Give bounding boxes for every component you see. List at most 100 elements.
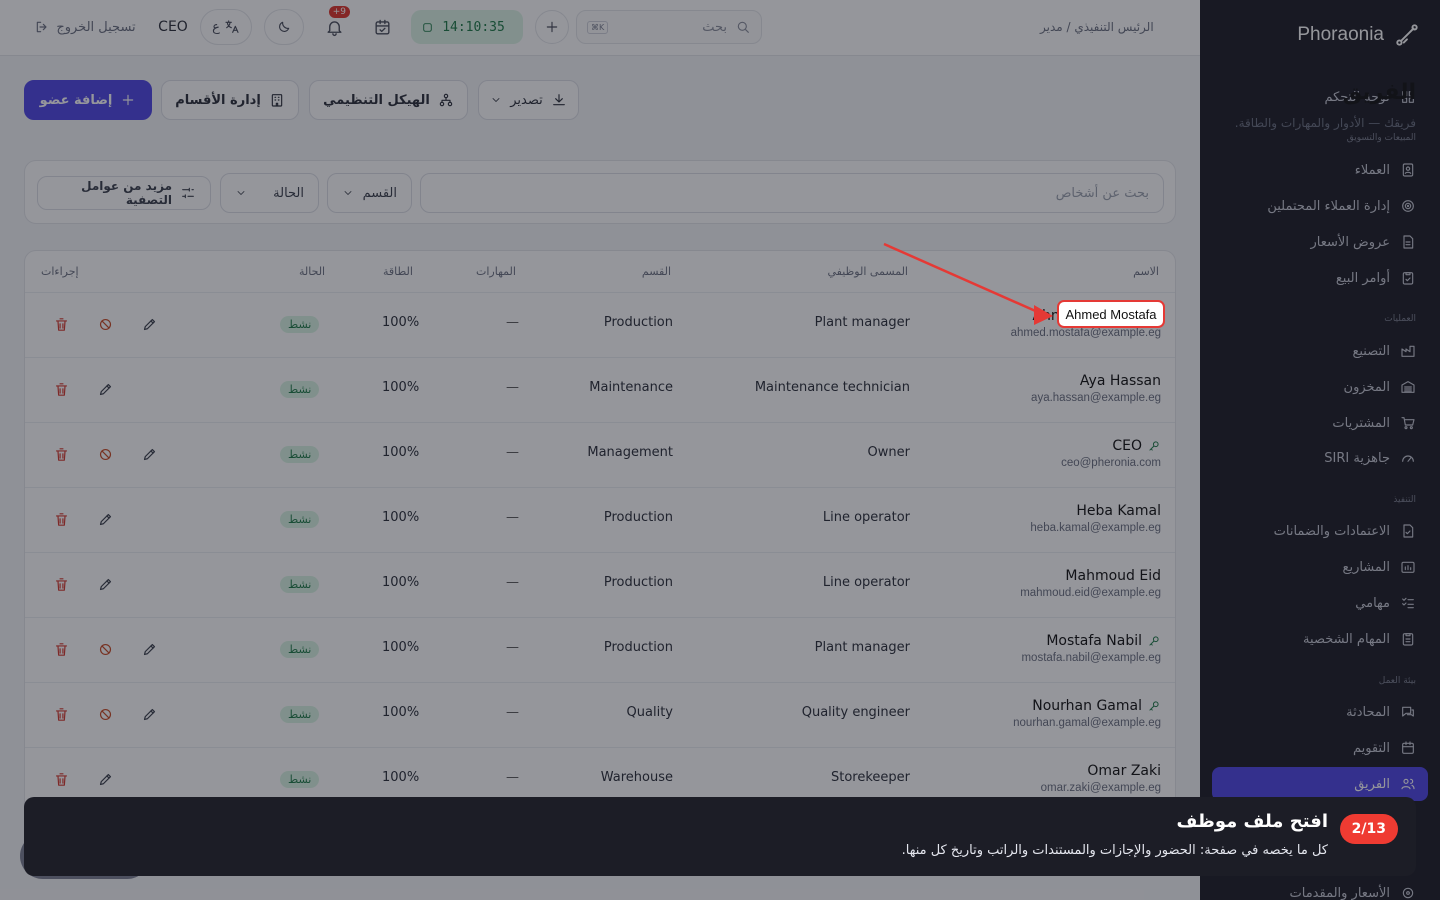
employee-name-text[interactable]: Aya Hassan: [1080, 373, 1161, 389]
table-row[interactable]: Aya Hassan aya.hassan@example.eg Maintenan…: [25, 357, 1175, 422]
sidebar-item-projects[interactable]: المشاريع: [1212, 550, 1428, 584]
table-row[interactable]: Ahmed Mostafaahmed.mostafa@example.eg Pla…: [25, 292, 1175, 357]
job-title: Maintenance technician: [754, 380, 910, 395]
brand[interactable]: Phoraonia: [1297, 22, 1420, 48]
employee-name-text[interactable]: Nourhan Gamal: [1032, 698, 1142, 714]
org-chart-icon: [438, 92, 454, 108]
employee-name[interactable]: Nourhan Gamal: [1032, 698, 1161, 714]
sidebar-item-team[interactable]: الفريق: [1212, 767, 1428, 801]
delete-icon[interactable]: [53, 316, 70, 333]
edit-icon[interactable]: [141, 446, 158, 463]
edit-icon[interactable]: [97, 511, 114, 528]
logout-icon: [34, 19, 50, 35]
search-placeholder: بحث: [702, 19, 727, 35]
employee-name[interactable]: Mostafa Nabil: [1046, 633, 1161, 649]
edit-icon[interactable]: [141, 316, 158, 333]
department: Management: [587, 445, 673, 460]
table-row[interactable]: Heba Kamal heba.kamal@example.eg Line oper…: [25, 487, 1175, 552]
sidebar-item-label: المحادثة: [1346, 704, 1390, 720]
sidebar-item-label: عروض الأسعار: [1310, 234, 1391, 250]
sidebar-item-pricing[interactable]: الأسعار والمقدمات: [1212, 876, 1428, 900]
add-member-button[interactable]: إضافة عضو: [24, 80, 152, 120]
employee-name-text[interactable]: Mostafa Nabil: [1046, 633, 1142, 649]
tour-title: افتح ملف موظف: [1176, 811, 1328, 832]
sidebar-item-personal-tasks[interactable]: المهام الشخصية: [1212, 622, 1428, 656]
employee-name[interactable]: Mahmoud Eid: [1065, 568, 1161, 584]
sidebar-item-approvals[interactable]: الاعتمادات والضمانات: [1212, 514, 1428, 548]
employee-name[interactable]: Heba Kamal: [1076, 503, 1161, 519]
edit-icon[interactable]: [141, 706, 158, 723]
sidebar-item-quotes[interactable]: عروض الأسعار: [1212, 225, 1428, 259]
sidebar-item-manufacturing[interactable]: التصنيع: [1212, 334, 1428, 368]
attendance-clock[interactable]: 14:10:35: [411, 10, 523, 44]
manage-departments-button[interactable]: إدارة الأقسام: [161, 80, 299, 120]
chat-icon: [1400, 704, 1416, 720]
edit-icon[interactable]: [141, 641, 158, 658]
department-filter[interactable]: القسم: [327, 173, 412, 213]
notifications-button[interactable]: +9: [316, 6, 352, 44]
table-row[interactable]: Nourhan Gamal nourhan.gamal@example.eg Qua…: [25, 682, 1175, 747]
employee-email: ceo@pheronia.com: [1061, 457, 1161, 469]
edit-icon[interactable]: [97, 381, 114, 398]
language-toggle[interactable]: ع: [200, 9, 252, 45]
table-row[interactable]: Mahmoud Eid mahmoud.eid@example.eg Line op…: [25, 552, 1175, 617]
edit-icon[interactable]: [97, 771, 114, 788]
clock-time: 14:10:35: [442, 19, 505, 35]
sidebar-item-tasks[interactable]: مهامي: [1212, 586, 1428, 620]
sidebar-item-leads[interactable]: إدارة العملاء المحتملين: [1212, 189, 1428, 223]
delete-icon[interactable]: [53, 576, 70, 593]
global-search[interactable]: بحث K⌘: [576, 10, 762, 44]
people-search-input[interactable]: بحث عن أشخاص: [420, 173, 1164, 213]
quick-add-button[interactable]: [535, 10, 569, 44]
column-header-status[interactable]: الحالة: [299, 265, 325, 278]
sidebar-item-sales-orders[interactable]: أوامر البيع: [1212, 261, 1428, 295]
employee-name-text[interactable]: Omar Zaki: [1087, 763, 1161, 779]
table-row[interactable]: Mostafa Nabil mostafa.nabil@example.eg Pla…: [25, 617, 1175, 682]
delete-icon[interactable]: [53, 641, 70, 658]
delete-icon[interactable]: [53, 511, 70, 528]
table-row[interactable]: CEO ceo@pheronia.com Owner Management — 100% ن…: [25, 422, 1175, 487]
file-check-icon: [1400, 523, 1416, 539]
employee-name[interactable]: Aya Hassan: [1080, 373, 1161, 389]
clipboard-check-icon: [1400, 270, 1416, 286]
employee-name[interactable]: Omar Zaki: [1087, 763, 1161, 779]
sidebar-item-calendar[interactable]: التقويم: [1212, 731, 1428, 765]
more-filters-button[interactable]: مزيد من عوامل التصفية: [37, 176, 211, 210]
column-header-department[interactable]: القسم: [642, 265, 671, 278]
delete-icon[interactable]: [53, 771, 70, 788]
deactivate-icon[interactable]: [97, 706, 114, 723]
department-filter-label: القسم: [362, 185, 397, 201]
edit-icon[interactable]: [97, 576, 114, 593]
column-header-energy[interactable]: الطاقة: [383, 265, 413, 278]
contact-card-icon: [1400, 162, 1416, 178]
delete-icon[interactable]: [53, 381, 70, 398]
building-icon: [269, 92, 285, 108]
org-chart-button[interactable]: الهيكل التنظيمي: [309, 80, 468, 120]
sidebar-item-siri[interactable]: جاهزية SIRI: [1212, 441, 1428, 475]
employee-name-text[interactable]: CEO: [1112, 438, 1142, 454]
factory-icon: [1400, 343, 1416, 359]
employee-name[interactable]: CEO: [1112, 438, 1161, 454]
user-name[interactable]: CEO: [150, 10, 196, 44]
delete-icon[interactable]: [53, 446, 70, 463]
column-header-title[interactable]: المسمى الوظيفي: [827, 265, 908, 278]
calendar-button[interactable]: [364, 10, 400, 44]
download-icon: [551, 92, 567, 108]
theme-toggle[interactable]: [264, 9, 304, 45]
deactivate-icon[interactable]: [97, 641, 114, 658]
sidebar-item-clients[interactable]: العملاء: [1212, 153, 1428, 187]
sidebar-item-purchasing[interactable]: المشتريات: [1212, 406, 1428, 440]
deactivate-icon[interactable]: [97, 446, 114, 463]
deactivate-icon[interactable]: [97, 316, 114, 333]
sidebar-item-label: التصنيع: [1352, 343, 1390, 359]
sidebar-item-inventory[interactable]: المخزون: [1212, 370, 1428, 404]
logout-button[interactable]: تسجيل الخروج: [30, 10, 140, 44]
export-button[interactable]: تصدير: [478, 80, 579, 120]
delete-icon[interactable]: [53, 706, 70, 723]
employee-name-text[interactable]: Mahmoud Eid: [1065, 568, 1161, 584]
employee-name-text[interactable]: Heba Kamal: [1076, 503, 1161, 519]
sidebar-item-chat[interactable]: المحادثة: [1212, 695, 1428, 729]
tour-highlight-employee[interactable]: Ahmed Mostafa: [1057, 300, 1165, 328]
column-header-name[interactable]: الاسم: [1133, 265, 1159, 278]
status-filter[interactable]: الحالة: [220, 173, 319, 213]
